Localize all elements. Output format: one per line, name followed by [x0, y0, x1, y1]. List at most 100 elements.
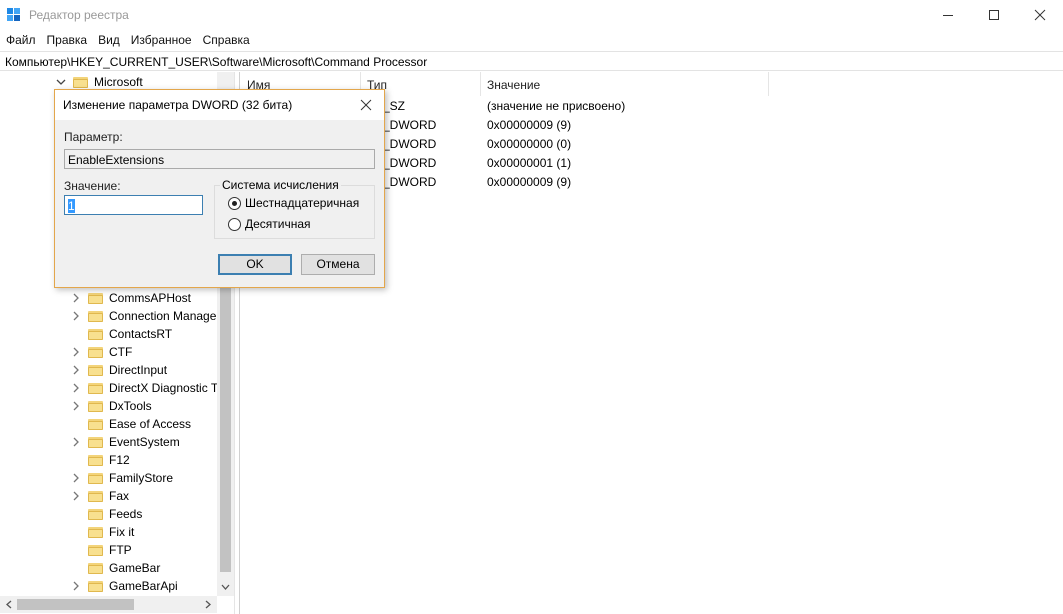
folder-icon — [88, 400, 103, 412]
tree-item[interactable]: ContactsRT — [70, 325, 172, 343]
tree-item[interactable]: FamilyStore — [70, 469, 173, 487]
tree-item[interactable]: CTF — [70, 343, 132, 361]
tree-item[interactable]: Ease of Access — [70, 415, 191, 433]
chevron-right-icon[interactable] — [70, 562, 82, 574]
folder-icon — [88, 328, 103, 340]
value-data-input[interactable]: 1 — [64, 195, 203, 215]
chevron-right-icon[interactable] — [70, 436, 82, 448]
radio-dec-label: Десятичная — [245, 217, 311, 231]
dialog-title-bar: Изменение параметра DWORD (32 бита) — [55, 90, 384, 120]
row-type: _DWORD — [383, 175, 437, 189]
tree-item-label: CTF — [109, 345, 133, 359]
tree-item[interactable]: Fax — [70, 487, 129, 505]
chevron-right-icon[interactable] — [70, 310, 82, 322]
cancel-button[interactable]: Отмена — [301, 254, 375, 275]
menu-favorites[interactable]: Избранное — [125, 30, 197, 50]
tree-item-label: GameBarApi — [109, 579, 178, 593]
tree-item-label: Ease of Access — [109, 417, 192, 431]
maximize-icon — [989, 10, 999, 20]
folder-icon — [88, 382, 103, 394]
scroll-right-arrow-icon[interactable] — [203, 599, 213, 610]
chevron-right-icon[interactable] — [70, 418, 82, 430]
close-icon[interactable] — [360, 99, 372, 111]
param-name-field: EnableExtensions — [64, 149, 375, 169]
tree-item-label: ContactsRT — [109, 327, 173, 341]
radio-selected-icon[interactable] — [228, 196, 241, 210]
folder-open-icon — [73, 76, 88, 88]
folder-icon — [88, 580, 103, 592]
folder-icon — [88, 454, 103, 466]
chevron-right-icon[interactable] — [70, 544, 82, 556]
close-button[interactable] — [1017, 0, 1063, 30]
chevron-right-icon[interactable] — [70, 328, 82, 340]
tree-item[interactable]: EventSystem — [70, 433, 180, 451]
tree-item[interactable]: Feeds — [70, 505, 142, 523]
folder-icon — [88, 310, 103, 322]
tree-item-label: EventSystem — [109, 435, 180, 449]
registry-editor-icon — [7, 8, 20, 21]
chevron-right-icon[interactable] — [70, 580, 82, 592]
row-type: _DWORD — [383, 156, 437, 170]
tree-item[interactable]: CommsAPHost — [70, 289, 191, 307]
radio-decimal[interactable]: Десятичная — [228, 217, 311, 231]
tree-item[interactable]: F12 — [70, 451, 130, 469]
address-path[interactable]: Компьютер\HKEY_CURRENT_USER\Software\Mic… — [5, 55, 427, 69]
row-value: 0x00000000 (0) — [487, 137, 572, 151]
chevron-right-icon[interactable] — [70, 508, 82, 520]
chevron-right-icon[interactable] — [70, 400, 82, 412]
value-label: Значение: — [64, 179, 121, 193]
tree-item[interactable]: GameBarApi — [70, 577, 178, 595]
tree-item-label: DxTools — [109, 399, 152, 413]
menu-bar: Файл Правка Вид Избранное Справка — [0, 30, 255, 50]
param-name-value: EnableExtensions — [68, 153, 165, 167]
chevron-right-icon[interactable] — [70, 454, 82, 466]
chevron-down-icon[interactable] — [55, 76, 67, 88]
folder-icon — [88, 364, 103, 376]
tree-item[interactable]: Fix it — [70, 523, 134, 541]
maximize-button[interactable] — [971, 0, 1017, 30]
chevron-right-icon[interactable] — [70, 364, 82, 376]
tree-hscroll-thumb[interactable] — [17, 599, 134, 610]
tree-item-label: Fix it — [109, 525, 135, 539]
tree-item[interactable]: FTP — [70, 541, 132, 559]
tree-item-label: Connection Manager — [109, 309, 221, 323]
tree-item-label: Fax — [109, 489, 130, 503]
minimize-button[interactable] — [925, 0, 971, 30]
folder-icon — [88, 508, 103, 520]
tree-item-label: F12 — [109, 453, 130, 467]
tree-item[interactable]: DirectInput — [70, 361, 167, 379]
tree-item[interactable]: DxTools — [70, 397, 152, 415]
row-value: 0x00000001 (1) — [487, 156, 572, 170]
chevron-right-icon[interactable] — [70, 346, 82, 358]
tree-item[interactable]: Connection Manager — [70, 307, 220, 325]
tree-item[interactable]: GameBar — [70, 559, 160, 577]
chevron-right-icon[interactable] — [70, 292, 82, 304]
menu-edit[interactable]: Правка — [41, 30, 93, 50]
edit-dword-dialog: Изменение параметра DWORD (32 бита) Пара… — [54, 89, 385, 288]
chevron-right-icon[interactable] — [70, 382, 82, 394]
ok-button[interactable]: OK — [218, 254, 292, 275]
chevron-right-icon[interactable] — [70, 490, 82, 502]
chevron-right-icon[interactable] — [70, 526, 82, 538]
tree-item-label: FamilyStore — [109, 471, 174, 485]
menu-file[interactable]: Файл — [0, 30, 41, 50]
param-label: Параметр: — [64, 130, 123, 144]
minimize-icon — [943, 15, 953, 16]
scroll-left-arrow-icon[interactable] — [4, 599, 14, 610]
column-header-value[interactable]: Значение — [481, 72, 769, 96]
base-group-title: Система исчисления — [220, 178, 341, 192]
scroll-down-arrow-icon[interactable] — [220, 582, 231, 592]
radio-hexadecimal[interactable]: Шестнадцатеричная — [228, 196, 359, 210]
close-icon — [1034, 9, 1046, 21]
tree-item[interactable]: DirectX Diagnostic Tool — [70, 379, 233, 397]
menu-view[interactable]: Вид — [92, 30, 125, 50]
chevron-right-icon[interactable] — [70, 472, 82, 484]
menu-help[interactable]: Справка — [197, 30, 255, 50]
title-bar: Редактор реестра — [0, 0, 1063, 30]
folder-icon — [88, 526, 103, 538]
tree-item-label: Microsoft — [94, 75, 143, 89]
window-title: Редактор реестра — [29, 8, 129, 22]
address-bar[interactable]: Компьютер\HKEY_CURRENT_USER\Software\Mic… — [0, 51, 1063, 71]
radio-unselected-icon[interactable] — [228, 217, 241, 231]
tree-item-label: FTP — [109, 543, 132, 557]
